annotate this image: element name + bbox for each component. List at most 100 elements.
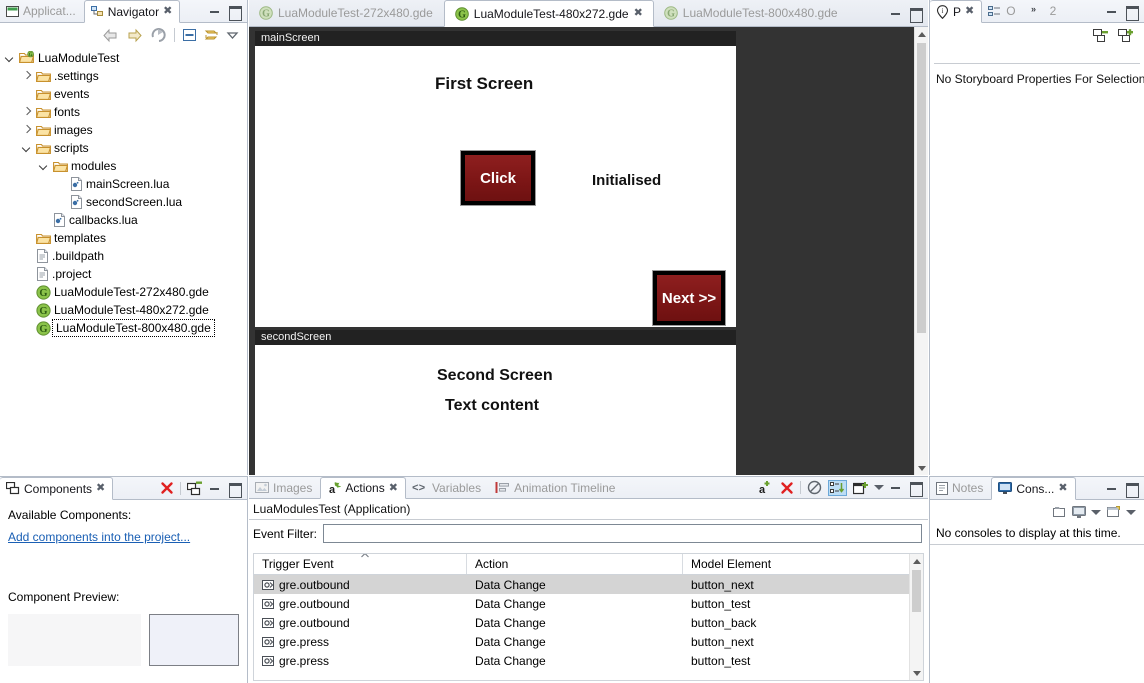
forward-icon[interactable] (126, 28, 143, 43)
tree-item-luamoduletest-480x272-gde[interactable]: GLuaModuleTest-480x272.gde (0, 301, 247, 319)
twistie-expanded-icon[interactable] (38, 160, 50, 172)
scrollbar-thumb[interactable] (912, 570, 921, 612)
display-console-menu-icon[interactable] (1091, 510, 1101, 515)
button-next[interactable]: Next >> (653, 271, 725, 325)
storyboard-canvas[interactable]: mainScreen First Screen Initialised Clic… (249, 27, 928, 475)
table-row[interactable]: gre.pressData Changebutton_next (254, 632, 923, 651)
tab-outline[interactable]: O (982, 0, 1023, 22)
twistie-expanded-icon[interactable] (21, 142, 33, 154)
new-console-icon[interactable] (1106, 505, 1121, 519)
table-row[interactable]: gre.pressData Changebutton_test (254, 651, 923, 670)
tab-images[interactable]: Images (249, 477, 320, 498)
remove-property-icon[interactable] (1092, 28, 1109, 44)
tab-more-views[interactable]: » 2 (1024, 0, 1065, 22)
close-icon[interactable]: ✖ (1058, 483, 1067, 494)
canvas-vertical-scrollbar[interactable] (914, 27, 928, 475)
project-tree[interactable]: GLuaModuleTest.settingseventsfontsimages… (0, 47, 247, 475)
maximize-icon[interactable] (909, 481, 922, 494)
minimize-icon[interactable] (1106, 482, 1119, 495)
tab-console[interactable]: Cons... ✖ (991, 477, 1075, 500)
actions-vertical-scrollbar[interactable] (909, 554, 923, 680)
actions-table[interactable]: Trigger Event Action Model Element gre.o… (253, 553, 924, 681)
tab-components[interactable]: Components ✖ (0, 477, 113, 500)
back-icon[interactable] (102, 28, 119, 43)
close-icon[interactable]: ✖ (389, 483, 398, 494)
sort-icon[interactable] (828, 480, 847, 496)
filter-icon[interactable] (807, 480, 822, 495)
twistie-collapsed-icon[interactable] (21, 106, 33, 118)
close-icon[interactable]: ✖ (96, 483, 105, 494)
tree-item-scripts[interactable]: scripts (0, 139, 247, 157)
view-menu-icon[interactable] (874, 485, 884, 490)
button-click[interactable]: Click (461, 151, 535, 205)
tree-item-images[interactable]: images (0, 121, 247, 139)
new-console-menu-icon[interactable] (1126, 510, 1136, 515)
tree-item-project[interactable]: .project (0, 265, 247, 283)
table-row[interactable]: gre.outboundData Changebutton_next (254, 575, 923, 594)
add-action-icon[interactable]: a (758, 480, 774, 495)
scroll-down-icon[interactable] (910, 666, 923, 680)
screen-secondscreen-surface[interactable]: Second Screen Text content (255, 345, 736, 475)
scroll-up-icon[interactable] (910, 554, 923, 568)
tab-properties[interactable]: i P ✖ (930, 0, 982, 23)
maximize-icon[interactable] (228, 482, 241, 495)
tree-item-templates[interactable]: templates (0, 229, 247, 247)
collapse-all-icon[interactable] (182, 28, 197, 42)
tree-item-fonts[interactable]: fonts (0, 103, 247, 121)
table-row[interactable]: gre.outboundData Changebutton_back (254, 613, 923, 632)
delete-action-icon[interactable] (780, 481, 794, 495)
tree-item-settings[interactable]: .settings (0, 67, 247, 85)
tree-item-modules[interactable]: modules (0, 157, 247, 175)
event-filter-input[interactable] (323, 524, 922, 543)
scrollbar-thumb[interactable] (917, 43, 926, 333)
tree-item-mainscreen-lua[interactable]: mainScreen.lua (0, 175, 247, 193)
tree-item-secondscreen-lua[interactable]: secondScreen.lua (0, 193, 247, 211)
minimize-icon[interactable] (890, 481, 903, 494)
scroll-down-icon[interactable] (915, 461, 928, 475)
maximize-icon[interactable] (1125, 5, 1138, 18)
maximize-icon[interactable] (228, 5, 241, 18)
display-console-icon[interactable] (1072, 506, 1086, 519)
delete-icon[interactable] (160, 481, 174, 495)
add-components-link[interactable]: Add components into the project... (8, 530, 190, 544)
tab-navigator[interactable]: Navigator ✖ (84, 0, 181, 23)
tab-variables[interactable]: <> Variables (406, 477, 489, 498)
tree-item-buildpath[interactable]: .buildpath (0, 247, 247, 265)
table-row[interactable]: gre.outboundData Changebutton_test (254, 594, 923, 613)
add-property-icon[interactable] (1117, 28, 1134, 44)
tree-item-luamoduletest-272x480-gde[interactable]: GLuaModuleTest-272x480.gde (0, 283, 247, 301)
new-component-icon[interactable] (187, 481, 203, 496)
close-icon[interactable]: ✖ (965, 6, 974, 17)
maximize-icon[interactable] (909, 7, 922, 20)
up-refresh-icon[interactable] (150, 28, 167, 43)
minimize-icon[interactable] (890, 7, 903, 20)
minimize-icon[interactable] (1106, 5, 1119, 18)
twistie-collapsed-icon[interactable] (21, 70, 33, 82)
column-header-action[interactable]: Action (467, 554, 683, 574)
screen-mainscreen-surface[interactable]: First Screen Initialised Click Next >> (255, 46, 736, 327)
tab-animation-timeline[interactable]: Animation Timeline (489, 477, 623, 498)
screen-secondscreen[interactable]: secondScreen Second Screen Text content (255, 330, 736, 475)
editor-tab-480x272[interactable]: G LuaModuleTest-480x272.gde ✖ (444, 0, 654, 27)
tree-item-luamoduletest-800x480-gde[interactable]: GLuaModuleTest-800x480.gde (0, 319, 247, 337)
new-group-icon[interactable] (853, 481, 868, 495)
screen-mainscreen[interactable]: mainScreen First Screen Initialised Clic… (255, 31, 736, 327)
column-header-model-element[interactable]: Model Element (683, 554, 923, 574)
close-icon[interactable]: ✖ (163, 6, 172, 17)
editor-tab-272x480[interactable]: G LuaModuleTest-272x480.gde (249, 0, 444, 26)
tree-item-luamoduletest[interactable]: GLuaModuleTest (0, 49, 247, 67)
close-icon[interactable]: ✖ (634, 8, 643, 19)
minimize-icon[interactable] (209, 5, 222, 18)
minimize-icon[interactable] (209, 482, 222, 495)
actions-table-body[interactable]: gre.outboundData Changebutton_nextgre.ou… (254, 575, 923, 670)
scroll-up-icon[interactable] (915, 27, 928, 41)
maximize-icon[interactable] (1125, 482, 1138, 495)
editor-tab-800x480[interactable]: G LuaModuleTest-800x480.gde (654, 0, 849, 26)
view-menu-icon[interactable] (226, 30, 239, 40)
twistie-collapsed-icon[interactable] (21, 124, 33, 136)
tree-item-callbacks-lua[interactable]: callbacks.lua (0, 211, 247, 229)
open-console-icon[interactable] (1052, 505, 1067, 519)
tree-item-events[interactable]: events (0, 85, 247, 103)
link-with-editor-icon[interactable] (204, 28, 219, 42)
column-header-trigger-event[interactable]: Trigger Event (254, 554, 467, 574)
